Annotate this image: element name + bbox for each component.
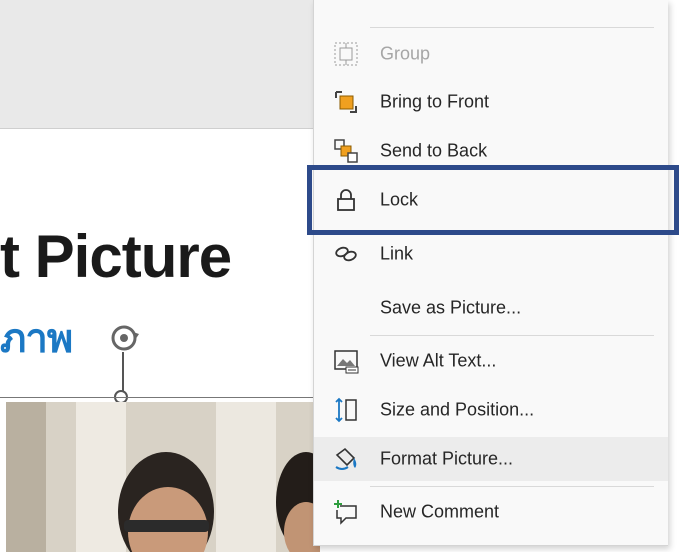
size-position-icon xyxy=(332,396,360,424)
menu-item-size-and-position[interactable]: Size and Position... xyxy=(314,388,668,432)
menu-separator xyxy=(370,27,654,28)
group-icon xyxy=(332,40,360,68)
lock-highlight-box xyxy=(307,165,679,235)
menu-item-clipped[interactable] xyxy=(314,0,668,14)
menu-label-new-comment: New Comment xyxy=(380,501,500,522)
menu-label-view-alt-text: View Alt Text... xyxy=(380,350,497,371)
menu-label-save-as-picture: Save as Picture... xyxy=(380,297,522,318)
menu-label-link: Link xyxy=(380,243,414,264)
partial-icon xyxy=(332,0,360,6)
menu-item-save-as-picture[interactable]: Save as Picture... xyxy=(314,286,668,330)
menu-item-new-comment[interactable]: New Comment xyxy=(314,490,668,534)
menu-item-group[interactable]: Group xyxy=(314,32,668,76)
format-picture-icon xyxy=(332,445,360,473)
menu-separator xyxy=(370,486,654,487)
rotate-handle-stem xyxy=(122,352,124,392)
slide-title[interactable]: t Picture xyxy=(0,222,232,291)
menu-label-format-picture: Format Picture... xyxy=(380,448,514,469)
menu-item-view-alt-text[interactable]: View Alt Text... xyxy=(314,339,668,383)
rotate-handle-icon[interactable] xyxy=(106,320,142,356)
menu-label-bring-to-front: Bring to Front xyxy=(380,91,490,112)
bring-to-front-icon xyxy=(332,88,360,116)
menu-item-link[interactable]: Link xyxy=(314,232,668,276)
link-icon xyxy=(332,240,360,268)
menu-label-send-to-back: Send to Back xyxy=(380,140,488,161)
context-menu: Group Bring to Front Send to Back Lock L… xyxy=(313,0,668,546)
new-comment-icon xyxy=(332,498,360,526)
photo-image xyxy=(6,402,320,552)
menu-separator xyxy=(370,335,654,336)
slide-top-band xyxy=(0,0,320,129)
alt-text-icon xyxy=(332,347,360,375)
menu-label-group: Group xyxy=(380,43,431,64)
selection-border xyxy=(0,397,320,398)
menu-item-format-picture[interactable]: Format Picture... xyxy=(314,437,668,481)
slide-subtitle[interactable]: ภาพ xyxy=(0,306,73,370)
send-to-back-icon xyxy=(332,137,360,165)
menu-item-bring-to-front[interactable]: Bring to Front xyxy=(314,80,668,124)
menu-label-size-and-position: Size and Position... xyxy=(380,399,535,420)
selected-picture[interactable] xyxy=(6,402,320,552)
